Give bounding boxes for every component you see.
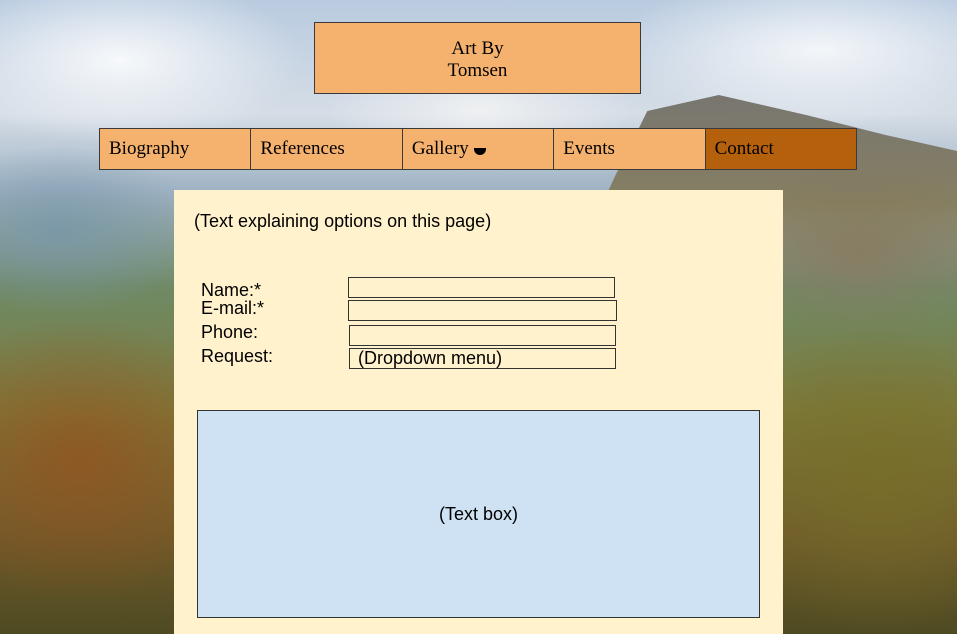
name-field[interactable] (348, 277, 615, 298)
message-textbox[interactable]: (Text box) (197, 410, 760, 618)
nav-item-references[interactable]: References (251, 129, 403, 169)
nav-item-label: References (260, 138, 345, 159)
nav-item-label: Contact (714, 138, 774, 159)
nav-item-label: Gallery (411, 138, 469, 159)
phone-label: Phone: (201, 322, 259, 342)
site-title-line1: Art By (451, 38, 504, 59)
nav-item-contact[interactable]: Contact (705, 129, 857, 169)
request-dropdown[interactable]: (Dropdown menu) (349, 348, 616, 369)
phone-field[interactable] (349, 325, 616, 346)
request-label: Request: (201, 346, 274, 366)
main-nav: Biography References Gallery Events Cont… (99, 128, 857, 170)
nav-item-label: Events (563, 138, 615, 159)
site-title: Art By Tomsen (314, 22, 641, 94)
intro-text: (Text explaining options on this page) (194, 211, 492, 231)
nav-item-biography[interactable]: Biography (100, 129, 252, 169)
chevron-down-icon[interactable] (473, 148, 486, 155)
nav-item-events[interactable]: Events (554, 129, 706, 169)
nav-item-label: Biography (109, 138, 190, 159)
textbox-placeholder: (Text box) (438, 503, 519, 524)
nav-item-gallery[interactable]: Gallery (402, 129, 555, 169)
contact-panel: (Text explaining options on this page) N… (174, 190, 783, 634)
email-label: E-mail:* (201, 298, 265, 318)
email-field[interactable] (348, 300, 617, 321)
site-title-line2: Tomsen (447, 60, 508, 81)
